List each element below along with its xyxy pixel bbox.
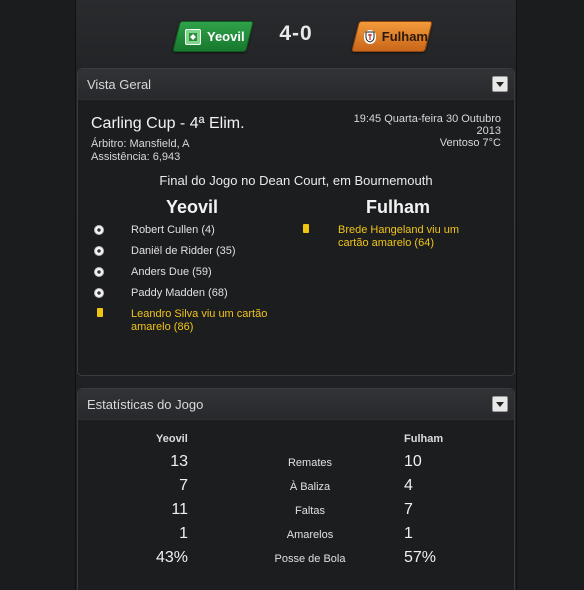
home-event-2: Daniël de Ridder (35) xyxy=(131,245,236,257)
stats-panel-header: Estatísticas do Jogo xyxy=(78,389,514,420)
stats-row: 13 Remates 10 xyxy=(78,453,514,473)
away-events-header: Fulham xyxy=(366,197,431,217)
goal-ball-icon xyxy=(94,288,104,298)
stat-home-value: 13 xyxy=(170,453,188,470)
goal-ball-icon xyxy=(94,267,104,277)
stat-home-value: 11 xyxy=(171,501,188,518)
stat-label: À Baliza xyxy=(289,481,331,493)
overview-panel-header: Vista Geral xyxy=(78,69,514,100)
home-event-5: Leandro Silva viu um cartão amarelo (86) xyxy=(131,308,267,334)
away-event-1-line1: Brede Hangeland viu um xyxy=(338,224,460,236)
stat-home-value: 7 xyxy=(179,477,188,494)
stat-label: Amarelos xyxy=(286,529,334,541)
referee-text: Árbitro: Mansfield, A xyxy=(91,138,190,150)
overview-panel: Vista Geral Carling Cup - 4ª Elim. Árbit… xyxy=(77,68,515,376)
stats-collapse-button[interactable] xyxy=(492,396,508,412)
home-team-button[interactable]: Yeovil xyxy=(172,21,254,52)
yellow-card-icon xyxy=(97,308,103,317)
stat-away-value: 57% xyxy=(404,549,437,566)
stat-label: Faltas xyxy=(295,505,325,517)
chevron-down-icon xyxy=(496,81,504,87)
kickoff-datetime-line1: 19:45 Quarta-feira 30 Outubro xyxy=(353,113,501,125)
stat-home-value: 43% xyxy=(155,549,188,566)
home-events-header: Yeovil xyxy=(166,197,219,217)
home-event-1: Robert Cullen (4) xyxy=(131,224,215,236)
goal-ball-icon xyxy=(94,225,104,235)
stats-row: 7 À Baliza 4 xyxy=(78,477,514,497)
overview-collapse-button[interactable] xyxy=(492,76,508,92)
stats-away-header: Fulham xyxy=(404,433,444,445)
stat-away-value: 7 xyxy=(404,501,413,518)
chevron-down-icon xyxy=(496,401,504,407)
stat-away-value: 4 xyxy=(404,477,413,494)
away-event-1-line2: cartão amarelo (64) xyxy=(338,237,434,249)
attendance-text: Assistência: 6,943 xyxy=(91,151,181,163)
goal-ball-icon xyxy=(94,246,104,256)
yeovil-crest-icon xyxy=(185,28,201,45)
away-team-button[interactable]: Fulham xyxy=(351,21,433,52)
stats-panel-title: Estatísticas do Jogo xyxy=(87,397,204,412)
yellow-card-icon xyxy=(303,224,309,233)
stat-away-value: 1 xyxy=(404,525,413,542)
stat-label: Posse de Bola xyxy=(274,553,346,565)
stats-row: 43% Posse de Bola 57% xyxy=(78,549,514,569)
match-score: 4-0 xyxy=(279,22,313,45)
home-event-5-line2: amarelo (86) xyxy=(131,321,194,333)
stat-label: Remates xyxy=(287,457,333,469)
stats-row: 11 Faltas 7 xyxy=(78,501,514,521)
home-event-4: Paddy Madden (68) xyxy=(131,287,228,299)
kickoff-datetime-line2: 2013 xyxy=(476,125,501,137)
home-event-5-line1: Leandro Silva viu um cartão xyxy=(131,308,268,320)
competition-name: Carling Cup - 4ª Elim. xyxy=(91,115,245,132)
stats-row: 1 Amarelos 1 xyxy=(78,525,514,545)
stats-panel: Estatísticas do Jogo Yeovil Fulham 13 Re… xyxy=(77,388,515,590)
stats-home-header: Yeovil xyxy=(156,433,188,445)
home-team-name: Yeovil xyxy=(207,29,245,44)
away-team-name: Fulham xyxy=(381,29,428,44)
scoreboard: Yeovil 4-0 Fulham xyxy=(76,0,516,68)
overview-panel-title: Vista Geral xyxy=(87,77,152,92)
stat-away-value: 10 xyxy=(404,453,422,470)
kickoff-datetime: 19:45 Quarta-feira 30 Outubro 2013 Vento… xyxy=(354,113,501,149)
away-event-1: Brede Hangeland viu um cartão amarelo (6… xyxy=(338,224,459,250)
weather-text: Ventoso 7°C xyxy=(439,137,501,149)
final-venue-text: Final do Jogo no Dean Court, em Bournemo… xyxy=(159,173,433,188)
home-event-3: Anders Due (59) xyxy=(131,266,212,278)
match-view: Yeovil 4-0 Fulham Vista Geral Carling Cu… xyxy=(75,0,517,590)
fulham-crest-icon xyxy=(364,29,376,44)
stat-home-value: 1 xyxy=(179,525,188,542)
